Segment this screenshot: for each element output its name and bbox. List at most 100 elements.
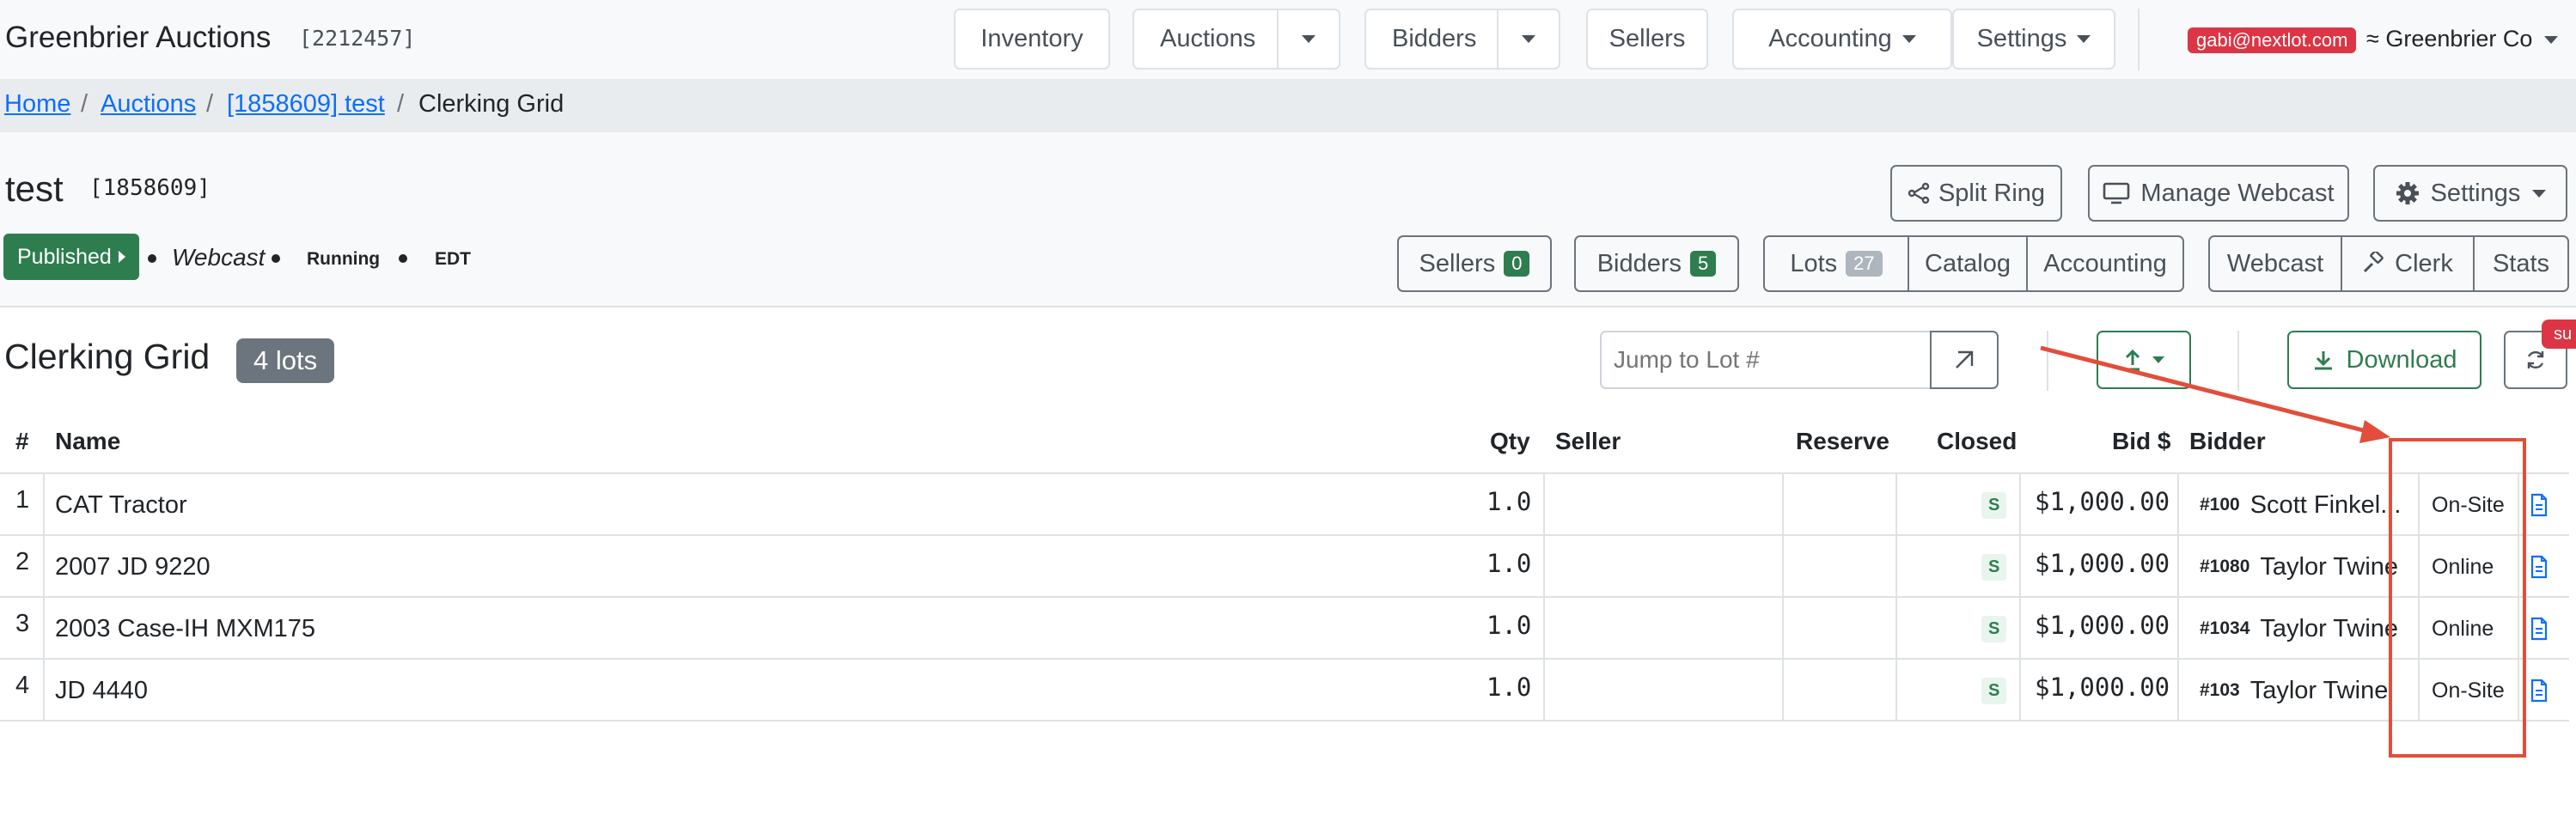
lot-bid[interactable]: $1,000.00: [2035, 594, 2170, 656]
cell-divider: [1895, 660, 1897, 721]
lot-number: 4: [15, 671, 30, 699]
lot-reserve[interactable]: [1796, 474, 1882, 536]
auction-settings-dropdown[interactable]: Settings: [2373, 165, 2567, 222]
tab-lots-label: Lots: [1790, 249, 1838, 277]
table-row[interactable]: 3 2003 Case-IH MXM175 1.0 S $1,000.00 #1034 Ta…: [0, 594, 2569, 660]
tab-sellers-label: Sellers: [1419, 249, 1496, 277]
bidder-name: Taylor Twine: [2260, 552, 2399, 581]
lot-bidder[interactable]: #1034 Taylor Twine: [2200, 598, 2414, 660]
jump-to-lot-button[interactable]: [1930, 331, 1999, 389]
invoice-link[interactable]: [2530, 536, 2549, 598]
cell-divider: [2518, 598, 2519, 660]
published-status-button[interactable]: Published: [3, 234, 139, 280]
auction-type: Webcast: [172, 244, 266, 271]
nav-bidders-button[interactable]: Bidders: [1364, 9, 1560, 70]
lot-name[interactable]: 2003 Case-IH MXM175: [55, 598, 315, 660]
document-icon: [2530, 679, 2548, 703]
tab-accounting[interactable]: Accounting: [2026, 237, 2182, 290]
lots-tab-group: Lots 27 Catalog Accounting: [1763, 235, 2184, 292]
bullet-separator: [399, 254, 407, 263]
invoice-link[interactable]: [2530, 660, 2549, 721]
lot-reserve[interactable]: [1796, 598, 1882, 660]
nav-bidders-dropdown-toggle[interactable]: [1497, 10, 1559, 68]
nav-auctions-dropdown-toggle[interactable]: [1277, 10, 1339, 68]
gear-icon: [2396, 182, 2419, 204]
brand-name[interactable]: Greenbrier Auctions: [5, 21, 271, 55]
split-ring-button[interactable]: Split Ring: [1890, 165, 2062, 222]
tab-stats[interactable]: Stats: [2473, 237, 2567, 290]
jump-to-lot-input[interactable]: [1600, 331, 1932, 389]
cell-divider: [43, 474, 45, 536]
lot-reserve[interactable]: [1796, 660, 1882, 721]
tab-catalog-label: Catalog: [1925, 249, 2011, 277]
lot-seller[interactable]: [1555, 536, 1770, 598]
breadcrumb-home-link[interactable]: Home: [4, 90, 70, 119]
lot-bidder[interactable]: #100 Scott Finkel...: [2200, 474, 2414, 536]
lot-name[interactable]: 2007 JD 9220: [55, 536, 211, 598]
tab-lots[interactable]: Lots 27: [1765, 237, 1908, 290]
auction-title: test: [5, 168, 64, 209]
lot-bidder[interactable]: #103 Taylor Twine: [2200, 660, 2414, 721]
toolbar-divider: [2237, 331, 2239, 391]
nav-auctions-label: Auctions: [1160, 25, 1256, 52]
lot-reserve[interactable]: [1796, 536, 1882, 598]
tab-accounting-label: Accounting: [2043, 249, 2167, 277]
org-switcher[interactable]: ≈ Greenbrier Co: [2366, 26, 2559, 52]
bidder-number: #1034: [2200, 618, 2250, 638]
chevron-down-icon: [1522, 35, 1535, 43]
breadcrumb-separator: /: [206, 90, 214, 118]
breadcrumb-auction-link[interactable]: [1858609] test: [227, 90, 385, 119]
chevron-down-icon: [2152, 356, 2164, 363]
org-name: ≈ Greenbrier Co: [2366, 26, 2533, 52]
table-row[interactable]: 1 CAT Tractor 1.0 S $1,000.00 #100 Scott Finke…: [0, 471, 2569, 536]
download-icon: [2314, 351, 2332, 370]
column-header-bidder: Bidder: [2189, 428, 2266, 454]
caret-right-icon: [118, 251, 125, 263]
lot-bidder[interactable]: #1080 Taylor Twine: [2200, 536, 2414, 598]
cell-divider: [1782, 536, 1784, 598]
breadcrumb-auctions-link[interactable]: Auctions: [101, 90, 196, 119]
download-button[interactable]: Download: [2287, 331, 2481, 389]
invoice-link[interactable]: [2530, 474, 2549, 536]
nav-auctions-button[interactable]: Auctions: [1132, 9, 1340, 70]
tab-catalog[interactable]: Catalog: [1908, 237, 2026, 290]
lot-seller[interactable]: [1555, 598, 1770, 660]
auction-state: Running: [307, 249, 381, 269]
lot-seller[interactable]: [1555, 660, 1770, 721]
lot-name[interactable]: JD 4440: [55, 660, 148, 721]
column-header-num: #: [15, 428, 29, 454]
document-icon: [2530, 555, 2548, 579]
table-row[interactable]: 2 2007 JD 9220 1.0 S $1,000.00 #1080 Taylor Tw…: [0, 533, 2569, 598]
tab-bidders-label: Bidders: [1596, 249, 1682, 277]
bid-source: Online: [2432, 616, 2494, 641]
lot-qty[interactable]: 1.0: [1486, 594, 1531, 656]
lot-bid[interactable]: $1,000.00: [2035, 656, 2170, 718]
tab-webcast-label: Webcast: [2226, 249, 2324, 277]
tab-bidders[interactable]: Bidders 5: [1574, 235, 1739, 292]
invoice-link[interactable]: [2530, 598, 2549, 660]
tab-sellers[interactable]: Sellers 0: [1397, 235, 1552, 292]
upload-dropdown-button[interactable]: [2097, 331, 2191, 389]
lot-bid[interactable]: $1,000.00: [2035, 471, 2170, 533]
chevron-down-icon: [1302, 35, 1315, 43]
nav-accounting-dropdown[interactable]: Accounting: [1732, 9, 1952, 70]
closed-status-badge: S: [1981, 615, 2007, 642]
lot-qty[interactable]: 1.0: [1486, 656, 1531, 718]
user-email-badge[interactable]: gabi@nextlot.com: [2188, 27, 2357, 53]
page-title: Clerking Grid: [4, 337, 211, 376]
lot-name[interactable]: CAT Tractor: [55, 474, 187, 536]
nav-inventory-button[interactable]: Inventory: [954, 9, 1110, 70]
table-row[interactable]: 4 JD 4440 1.0 S $1,000.00 #103 Taylor Twine On-…: [0, 656, 2569, 721]
nav-sellers-button[interactable]: Sellers: [1586, 9, 1708, 70]
cell-divider: [2177, 474, 2179, 536]
bid-source: Online: [2432, 554, 2494, 579]
lot-bid[interactable]: $1,000.00: [2035, 533, 2170, 594]
lot-qty[interactable]: 1.0: [1486, 471, 1531, 533]
cell-divider: [1543, 660, 1545, 721]
lot-seller[interactable]: [1555, 474, 1770, 536]
manage-webcast-button[interactable]: Manage Webcast: [2088, 165, 2349, 222]
tab-webcast[interactable]: Webcast: [2210, 237, 2341, 290]
lot-qty[interactable]: 1.0: [1486, 533, 1531, 594]
nav-settings-dropdown[interactable]: Settings: [1952, 9, 2115, 70]
tab-clerk[interactable]: Clerk: [2341, 237, 2473, 290]
